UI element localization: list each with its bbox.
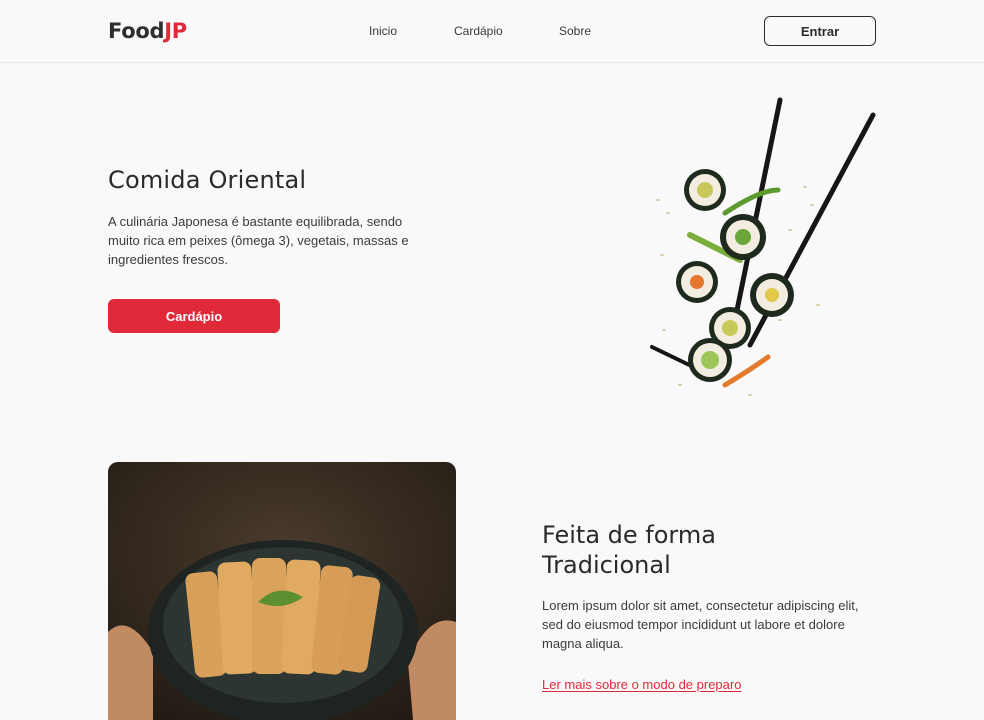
hero-title: Comida Oriental [108,166,307,194]
sushi-roll [684,169,726,211]
menu-button[interactable]: Cardápio [108,299,280,333]
sushi-roll [720,214,766,260]
sushi-image [650,97,876,396]
nav-cardapio[interactable]: Cardápio [454,24,503,38]
site-header: FoodJP Inicio Cardápio Sobre Entrar [0,0,984,63]
sushi-roll [676,261,718,303]
sushi-roll [750,273,794,317]
section-title: Feita de forma Tradicional [542,521,716,579]
nav-inicio[interactable]: Inicio [369,24,397,38]
green-onion [722,187,781,216]
section-description: Lorem ipsum dolor sit amet, consectetur … [542,598,859,651]
cutlet-bowl-photo [108,462,456,720]
login-button[interactable]: Entrar [764,16,876,46]
cutlet-bowl-image [108,462,456,720]
nav-sobre[interactable]: Sobre [559,24,591,38]
sushi-roll [688,338,732,382]
read-more-link[interactable]: Ler mais sobre o modo de preparo [542,677,741,692]
cutlet-slices [185,558,381,678]
hero-description: A culinária Japonesa é bastante equilibr… [108,214,409,267]
